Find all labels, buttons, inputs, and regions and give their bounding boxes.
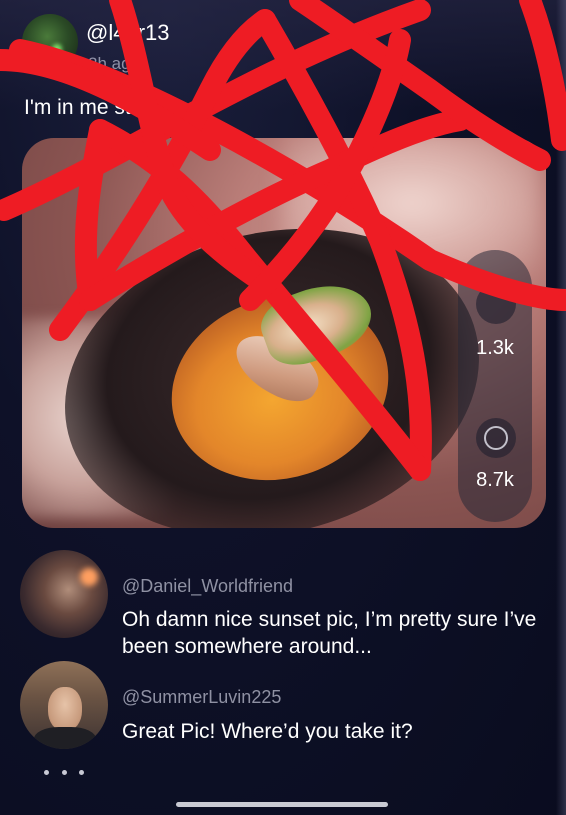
screen-edge <box>556 0 566 815</box>
home-indicator[interactable] <box>176 802 388 807</box>
poster-avatar[interactable] <box>22 14 78 70</box>
avatar-face <box>48 687 82 731</box>
comment-handle[interactable]: @Daniel_Worldfriend <box>122 576 293 597</box>
avatar-body <box>34 727 96 749</box>
post-timestamp: 2h ago <box>88 54 140 73</box>
header-background <box>0 0 566 110</box>
avatar-light <box>80 568 98 586</box>
post-caption: I'm in me stew <box>24 96 158 119</box>
comment-icon[interactable] <box>476 418 516 458</box>
post-screen: @l4ur13 2h ago I'm in me stew 1.3k 8.7k … <box>0 0 566 815</box>
commenter-avatar[interactable] <box>20 661 108 749</box>
comment-text: Great Pic! Where’d you take it? <box>122 720 413 743</box>
commenter-avatar[interactable] <box>20 550 108 638</box>
dot <box>79 769 84 775</box>
like-count: 1.3k <box>476 337 514 359</box>
comment-count: 8.7k <box>476 469 514 491</box>
dot <box>61 769 67 775</box>
comment-handle[interactable]: @SummerLuvin225 <box>122 687 281 708</box>
comment-text: Oh damn nice sunset pic, I’m pretty sure… <box>122 608 537 658</box>
poster-username[interactable]: @l4ur13 <box>86 20 170 46</box>
more-dots-icon[interactable] <box>44 762 84 782</box>
heart-icon[interactable] <box>476 284 516 324</box>
avatar-light <box>52 44 62 54</box>
dot <box>44 769 49 775</box>
